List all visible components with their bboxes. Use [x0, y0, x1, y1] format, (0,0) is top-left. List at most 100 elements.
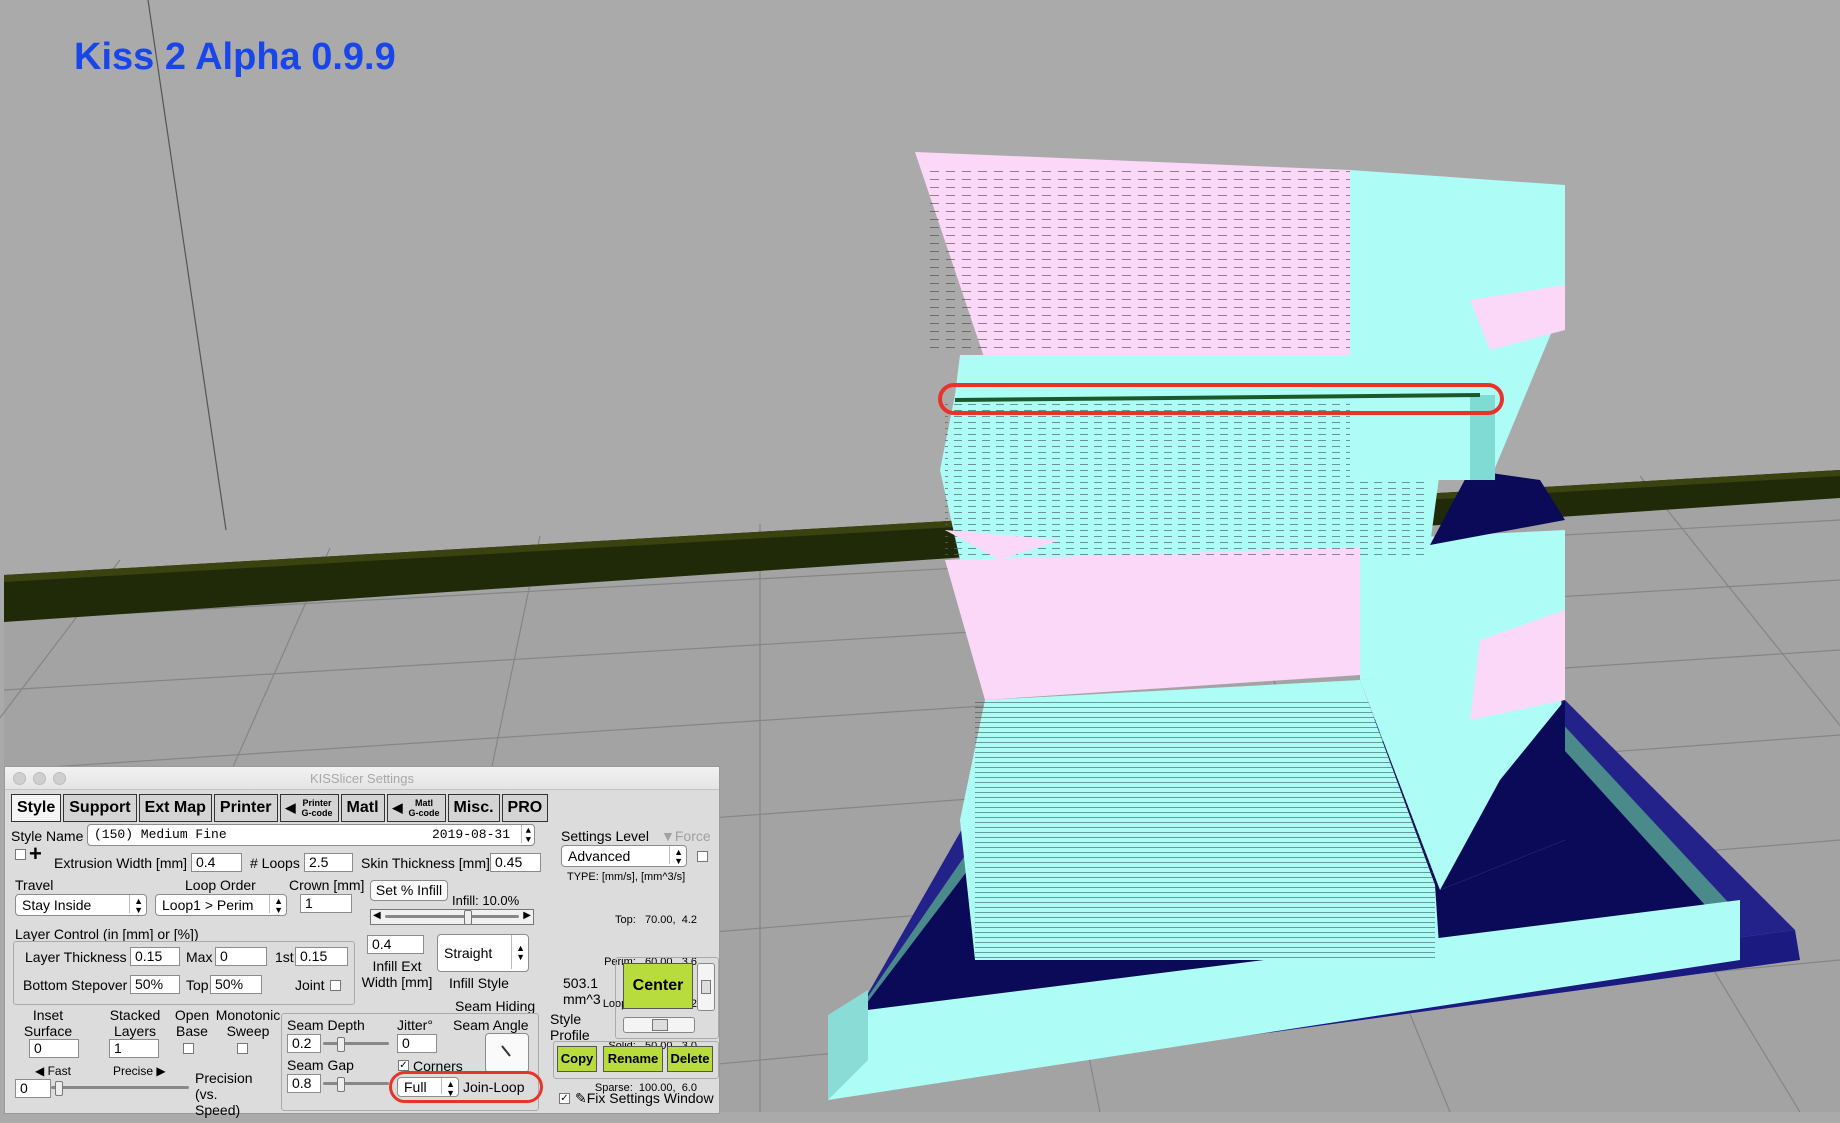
seam-gap-input[interactable]: 0.8 — [287, 1074, 321, 1093]
force-checkbox[interactable] — [697, 851, 708, 862]
top-stepover-input[interactable]: 50% — [210, 975, 262, 994]
axis-line — [147, 0, 227, 531]
bottom-stepover-label: Bottom Stepover — [23, 977, 128, 993]
tab-printer-gcode[interactable]: ◀ Printer G-code — [279, 794, 339, 822]
set-infill-button[interactable]: Set % Infill — [370, 880, 448, 901]
rename-button[interactable]: Rename — [603, 1046, 663, 1072]
infill-style-label: Infill Style — [449, 975, 509, 991]
crown-label: Crown [mm] — [289, 877, 365, 893]
precision-fast-label: ◀ Fast — [35, 1064, 71, 1078]
tab-matl-gcode[interactable]: ◀ Matl G-code — [386, 794, 446, 822]
tab-printer[interactable]: Printer — [213, 794, 278, 822]
joint-checkbox[interactable] — [330, 980, 341, 991]
settings-level-select[interactable]: Advanced ▲ ▼ — [561, 845, 687, 867]
tab-misc[interactable]: Misc. — [447, 794, 500, 822]
loop-order-label: Loop Order — [185, 877, 256, 893]
seam-depth-slider[interactable] — [323, 1037, 389, 1052]
seam-gap-slider[interactable] — [323, 1077, 389, 1092]
stacked-layers-input[interactable]: 1 — [109, 1039, 159, 1058]
infill-ext-width-label: Infill Ext Width [mm] — [361, 958, 433, 990]
fix-settings-label: ✎Fix Settings Window — [575, 1090, 714, 1106]
center-scroll[interactable] — [697, 963, 715, 1011]
infill-percent-label: Infill: 10.0% — [452, 893, 520, 908]
style-name-label: Style Name — [11, 828, 84, 844]
add-style-icon[interactable]: + — [29, 841, 42, 867]
triangle-down-icon: ▼ — [661, 828, 675, 844]
slider-left-icon: ◀ — [373, 910, 381, 921]
inset-surface-input[interactable]: 0 — [29, 1039, 79, 1058]
center-slider[interactable] — [623, 1017, 695, 1033]
skin-thickness-label: Skin Thickness [mm] — [361, 855, 490, 871]
seam-gap-label: Seam Gap — [287, 1057, 354, 1073]
infill-ext-width-input[interactable]: 0.4 — [367, 935, 424, 954]
open-base-label: Open Base — [174, 1007, 210, 1039]
settings-window[interactable]: KISSlicer Settings Style Support Ext Map… — [4, 766, 720, 1118]
tab-pro[interactable]: PRO — [501, 794, 549, 822]
layer-max-input[interactable]: 0 — [215, 947, 267, 966]
layer-thickness-label: Layer Thickness — [25, 949, 127, 965]
precision-precise-label: Precise ▶ — [113, 1064, 166, 1078]
delete-button[interactable]: Delete — [667, 1046, 713, 1072]
corners-checkbox[interactable]: ✓ — [398, 1060, 409, 1071]
precision-slider[interactable] — [51, 1081, 189, 1096]
loops-label: # Loops — [250, 855, 300, 871]
skin-thickness-input[interactable]: 0.45 — [490, 853, 541, 872]
extrusion-width-label: Extrusion Width [mm] — [54, 855, 188, 871]
layer-gap-highlight — [938, 383, 1504, 415]
center-button[interactable]: Center — [623, 963, 693, 1009]
model-upper-texture — [930, 165, 1350, 355]
settings-level-label: Settings Level — [561, 828, 649, 844]
seam-angle-label: Seam Angle — [453, 1017, 529, 1033]
travel-select[interactable]: Stay Inside ▲ ▼ — [15, 894, 147, 916]
tab-support[interactable]: Support — [63, 794, 137, 822]
slider-right-icon: ▶ — [523, 910, 531, 921]
window-titlebar[interactable]: KISSlicer Settings — [5, 767, 719, 790]
infill-slider[interactable]: ◀ ▶ — [370, 909, 534, 925]
open-base-checkbox[interactable] — [183, 1043, 194, 1054]
crown-input[interactable]: 1 — [300, 894, 352, 913]
tab-style[interactable]: Style — [11, 794, 62, 822]
volume-unit: mm^3 — [563, 991, 601, 1007]
seam-depth-input[interactable]: 0.2 — [287, 1034, 321, 1053]
style-checkbox[interactable] — [15, 849, 26, 860]
stacked-layers-label: Stacked Layers — [109, 1007, 161, 1039]
layer-thickness-input[interactable]: 0.15 — [130, 947, 180, 966]
travel-label: Travel — [15, 877, 54, 893]
tab-matl[interactable]: Matl — [340, 794, 385, 822]
style-name-select[interactable]: (150) Medium Fine 2019-08-31 ▲ ▼ — [87, 824, 535, 846]
infill-style-select[interactable]: Straight ▲ ▼ — [437, 934, 529, 972]
precision-input[interactable]: 0 — [15, 1079, 51, 1098]
seam-angle-dial[interactable] — [485, 1033, 529, 1073]
top-stepover-label: Top — [186, 977, 209, 993]
extrusion-width-input[interactable]: 0.4 — [191, 853, 242, 872]
layer-first-label: 1st — [275, 949, 294, 965]
loops-input[interactable]: 2.5 — [304, 853, 353, 872]
layer-control-label: Layer Control (in [mm] or [%]) — [15, 926, 199, 942]
monotonic-sweep-label: Monotonic Sweep — [215, 1007, 281, 1039]
force-label: ▼Force — [661, 828, 711, 844]
tab-ext-map[interactable]: Ext Map — [138, 794, 212, 822]
left-arrow-icon: ◀ — [392, 800, 403, 815]
monotonic-sweep-checkbox[interactable] — [237, 1043, 248, 1054]
model-lower-texture — [975, 700, 1435, 958]
seam-depth-label: Seam Depth — [287, 1017, 365, 1033]
bottom-stepover-input[interactable]: 50% — [130, 975, 180, 994]
layer-first-input[interactable]: 0.15 — [295, 947, 348, 966]
seam-angle-icon — [501, 1045, 511, 1057]
loop-order-select[interactable]: Loop1 > Perim ▲ ▼ — [155, 894, 287, 916]
jitter-input[interactable]: 0 — [397, 1034, 437, 1053]
speed-row: Top: 70.00, 4.2 — [615, 914, 697, 926]
volume-value: 503.1 — [563, 975, 599, 991]
jitter-label: Jitter° — [397, 1017, 433, 1033]
fix-settings-checkbox[interactable]: ✓ — [559, 1093, 570, 1104]
style-profile-label: Style Profile — [550, 1011, 590, 1043]
precision-label: Precision (vs. Speed) — [195, 1070, 253, 1118]
left-arrow-icon: ◀ — [285, 800, 296, 815]
joint-label: Joint — [295, 977, 325, 993]
copy-button[interactable]: Copy — [557, 1046, 597, 1072]
model-mid-pink — [945, 540, 1360, 700]
seam-hiding-label: Seam Hiding — [455, 998, 536, 1014]
tab-bar: Style Support Ext Map Printer ◀ Printer G-… — [11, 794, 549, 822]
speeds-header: TYPE: [mm/s], [mm^3/s] — [567, 871, 686, 883]
app-title: Kiss 2 Alpha 0.9.9 — [74, 36, 396, 78]
